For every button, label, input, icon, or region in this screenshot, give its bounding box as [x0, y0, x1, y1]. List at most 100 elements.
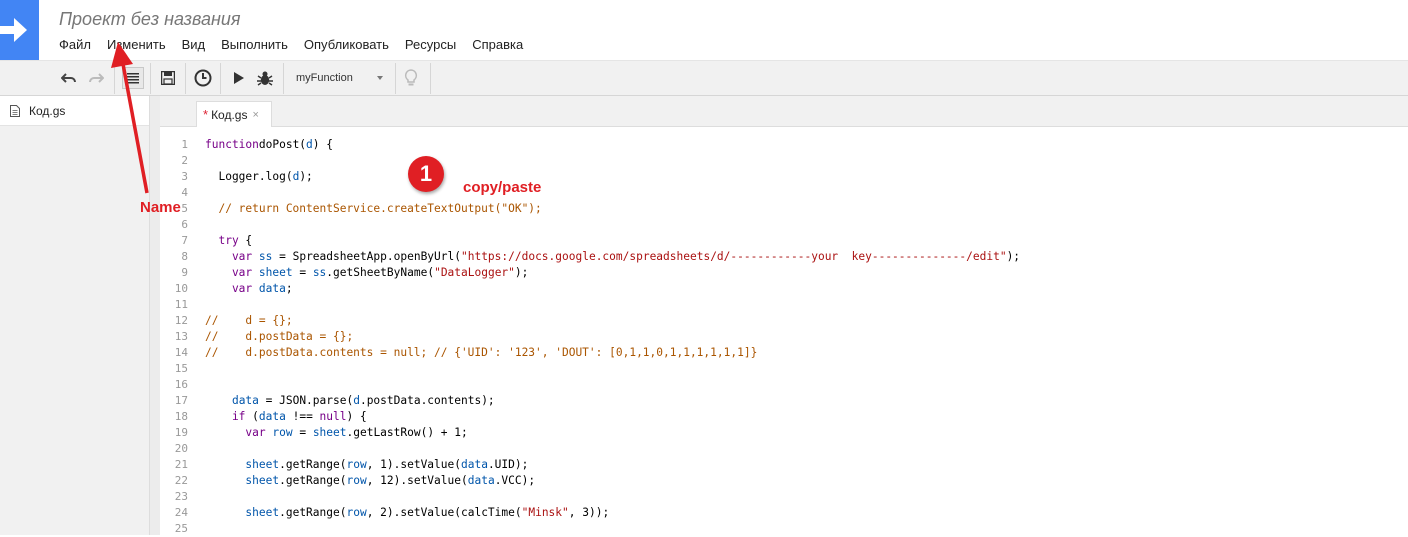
- lines-icon: [127, 73, 139, 84]
- menu-item[interactable]: Выполнить: [213, 36, 296, 54]
- code-token: function: [205, 138, 259, 151]
- line-number: 18: [174, 410, 188, 423]
- sidebar-splitter[interactable]: [150, 96, 160, 535]
- code-line[interactable]: [205, 489, 1020, 505]
- code-editor[interactable]: 1 2 3 4 5 6 7 8 9 10 11 12 13 14 15 16 17 18 19 20 21 22 23 24 2…: [160, 127, 1408, 535]
- code-line[interactable]: // d.postData = {};: [205, 329, 1020, 345]
- code-token: .getRange(: [279, 474, 347, 487]
- code-token: var: [205, 250, 253, 263]
- code-token: var: [205, 282, 253, 295]
- menu-item[interactable]: Ресурсы: [397, 36, 464, 54]
- code-line[interactable]: var row = sheet.getLastRow() + 1;: [205, 425, 1020, 441]
- file-item[interactable]: Код.gs: [0, 96, 149, 126]
- code-token: .postData.contents);: [359, 394, 495, 407]
- code-token: =: [292, 266, 313, 279]
- code-token: = SpreadsheetApp.openByUrl(: [272, 250, 461, 263]
- function-select[interactable]: myFunction: [289, 66, 393, 90]
- line-number: 20: [174, 442, 188, 455]
- menu-item[interactable]: Справка: [464, 36, 531, 54]
- line-number: 10: [174, 282, 188, 295]
- line-number: 7: [181, 234, 188, 247]
- menu-item[interactable]: Опубликовать: [296, 36, 397, 54]
- code-token: doPost(: [258, 138, 307, 151]
- indent-button[interactable]: [122, 67, 144, 89]
- code-token: =: [292, 426, 313, 439]
- play-icon: [234, 72, 244, 84]
- code-token: sheet: [245, 474, 280, 487]
- code-line[interactable]: // d = {};: [205, 313, 1020, 329]
- code-token: var: [205, 426, 266, 439]
- code-token: data: [460, 458, 488, 471]
- code-line[interactable]: functiondoPost(d) {: [205, 137, 1020, 153]
- code-line[interactable]: [205, 153, 1020, 169]
- menu-bar: Файл Изменить Вид Выполнить Опубликовать Ресу…: [51, 36, 531, 54]
- code-line[interactable]: [205, 297, 1020, 313]
- copy-paste-label: copy/paste: [463, 179, 542, 196]
- code-line[interactable]: [205, 217, 1020, 233]
- run-button[interactable]: [227, 67, 251, 89]
- code-token: d: [353, 394, 360, 407]
- code-token: d: [306, 138, 313, 151]
- line-number: 23: [174, 490, 188, 503]
- line-number: 6: [181, 218, 188, 231]
- line-number: 1: [181, 138, 188, 151]
- step-badge: 1: [408, 156, 444, 192]
- code-token: // d = {};: [205, 314, 293, 327]
- code-line[interactable]: var data;: [205, 281, 1020, 297]
- code-line[interactable]: Logger.log(d);: [205, 169, 1020, 185]
- code-token: row: [346, 506, 367, 519]
- debug-button[interactable]: [253, 67, 277, 89]
- code-line[interactable]: try {: [205, 233, 1020, 249]
- code-token: sheet: [312, 426, 347, 439]
- code-line[interactable]: // return ContentService.createTextOutpu…: [205, 201, 1020, 217]
- code-token: row: [346, 458, 367, 471]
- code-line[interactable]: sheet.getRange(row, 1).setValue(data.UID…: [205, 457, 1020, 473]
- toolbar-divider: [430, 63, 431, 94]
- apps-script-logo[interactable]: [0, 0, 39, 60]
- undo-button[interactable]: [57, 67, 81, 89]
- close-icon[interactable]: ×: [252, 109, 258, 121]
- code-line[interactable]: var ss = SpreadsheetApp.openByUrl("https…: [205, 249, 1020, 265]
- code-token: "Minsk": [521, 506, 569, 519]
- toolbar-divider: [220, 63, 221, 94]
- code-token: data: [231, 394, 259, 407]
- line-number: 16: [174, 378, 188, 391]
- code-token: , 1).setValue(: [366, 458, 461, 471]
- code-line[interactable]: // d.postData.contents = null; // {'UID'…: [205, 345, 1020, 361]
- code-line[interactable]: sheet.getRange(row, 2).setValue(calcTime…: [205, 505, 1020, 521]
- code-line[interactable]: var sheet = ss.getSheetByName("DataLogge…: [205, 265, 1020, 281]
- triggers-button[interactable]: [191, 67, 215, 89]
- code-line[interactable]: if (data !== null) {: [205, 409, 1020, 425]
- clock-icon: [194, 69, 212, 87]
- save-button[interactable]: [156, 67, 180, 89]
- redo-button[interactable]: [84, 67, 108, 89]
- arrow-right-icon: [0, 18, 27, 42]
- code-token: // d.postData.contents = null; // {'UID'…: [205, 346, 758, 359]
- code-area[interactable]: functiondoPost(d) { Logger.log(d); // re…: [205, 137, 1020, 537]
- code-line[interactable]: data = JSON.parse(d.postData.contents);: [205, 393, 1020, 409]
- execution-hints-button[interactable]: [399, 67, 423, 89]
- tab-code-gs[interactable]: * Код.gs ×: [196, 101, 272, 127]
- code-token: , 3));: [568, 506, 610, 519]
- line-number: 2: [181, 154, 188, 167]
- code-line[interactable]: [205, 185, 1020, 201]
- menu-item[interactable]: Файл: [51, 36, 99, 54]
- tab-label: Код.gs: [211, 107, 248, 122]
- code-token: {: [238, 234, 253, 247]
- code-line[interactable]: [205, 377, 1020, 393]
- line-number: 3: [181, 170, 188, 183]
- code-line[interactable]: [205, 441, 1020, 457]
- code-line[interactable]: [205, 361, 1020, 377]
- undo-icon: [61, 73, 76, 83]
- menu-item[interactable]: Изменить: [99, 36, 174, 54]
- code-token: var: [205, 266, 253, 279]
- code-line[interactable]: sheet.getRange(row, 12).setValue(data.VC…: [205, 473, 1020, 489]
- floppy-disk-icon: [161, 71, 175, 85]
- toolbar-divider: [114, 63, 115, 94]
- project-title[interactable]: Проект без названия: [59, 9, 241, 30]
- redo-icon: [89, 73, 104, 83]
- chevron-down-icon: [377, 76, 383, 80]
- menu-item[interactable]: Вид: [174, 36, 214, 54]
